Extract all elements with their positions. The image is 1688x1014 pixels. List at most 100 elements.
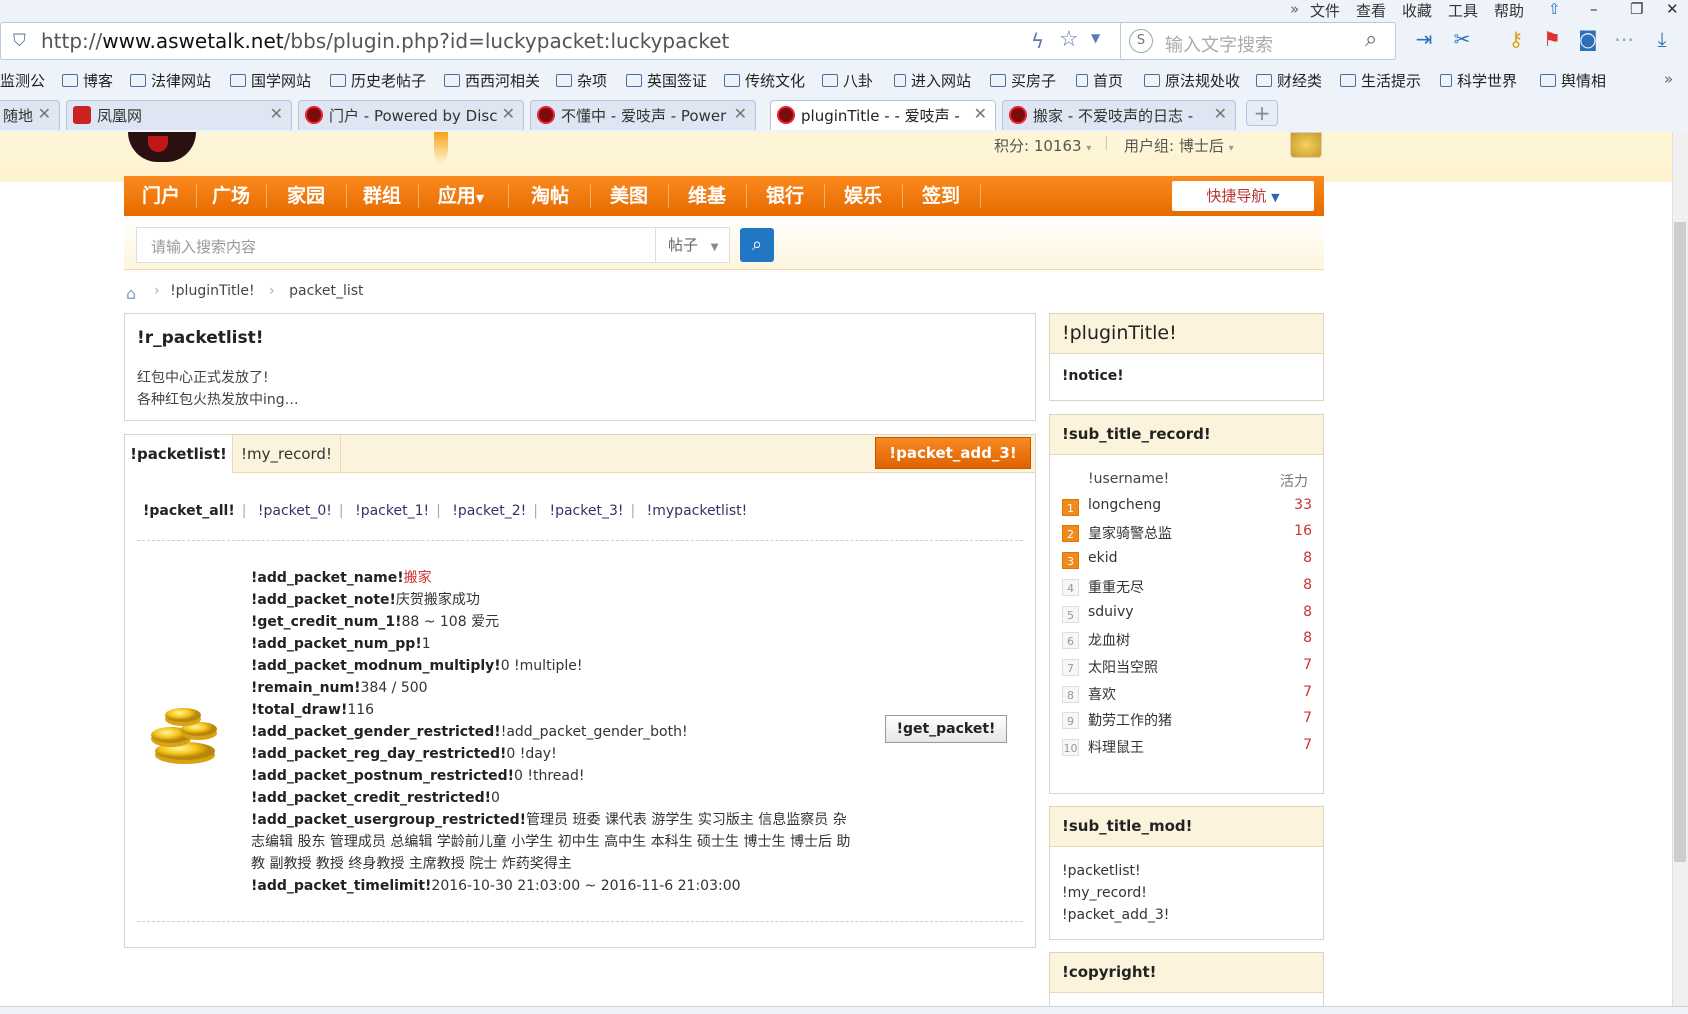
bookmark-item[interactable]: 杂项: [556, 70, 607, 91]
rank-username[interactable]: 太阳当空照: [1088, 657, 1158, 677]
menu-overflow-icon[interactable]: »: [1290, 0, 1299, 18]
flag-icon[interactable]: ⚑: [1540, 26, 1564, 52]
breadcrumb-item-plugin[interactable]: !pluginTitle!: [170, 283, 255, 299]
bookmark-item[interactable]: 国学网站: [230, 70, 311, 91]
mod-item-my-record[interactable]: !my_record!: [1062, 885, 1147, 901]
search-icon[interactable]: ⌕: [1365, 27, 1377, 52]
nav-item-wiki[interactable]: 维基: [672, 176, 742, 216]
bookmark-item[interactable]: 原法规处收: [1144, 70, 1240, 91]
nav-item-apps[interactable]: 应用▼: [422, 176, 500, 216]
new-tab-button[interactable]: +: [1246, 100, 1278, 126]
bookmark-item[interactable]: 科学世界: [1440, 70, 1517, 91]
nav-item-entertainment[interactable]: 娱乐: [828, 176, 898, 216]
star-icon[interactable]: ☆: [1059, 27, 1079, 52]
browser-search-box[interactable]: S 输入文字搜索 ⌕: [1120, 22, 1396, 60]
menu-favorites[interactable]: 收藏: [1402, 0, 1432, 21]
avatar[interactable]: [1290, 132, 1322, 158]
key-icon[interactable]: ⚷: [1504, 26, 1528, 52]
download-icon[interactable]: ⤓: [1650, 26, 1674, 52]
close-icon[interactable]: ✕: [974, 104, 987, 123]
nav-item-bank[interactable]: 银行: [750, 176, 820, 216]
nav-item-checkin[interactable]: 签到: [906, 176, 976, 216]
rank-username[interactable]: sduivy: [1088, 604, 1134, 620]
filter-packet-2[interactable]: !packet_2!: [452, 503, 526, 519]
get-packet-button[interactable]: !get_packet!: [885, 715, 1007, 743]
skin-icon[interactable]: ⇧: [1548, 0, 1561, 18]
filter-all[interactable]: !packet_all!: [143, 503, 235, 519]
filter-packet-0[interactable]: !packet_0!: [258, 503, 332, 519]
scrollbar-thumb[interactable]: [1674, 222, 1686, 862]
chevron-down-icon[interactable]: ▼: [1091, 31, 1100, 45]
lightning-icon[interactable]: ϟ: [1031, 29, 1044, 53]
bookmark-item[interactable]: 财经类: [1256, 70, 1322, 91]
bookmark-item[interactable]: 进入网站: [894, 70, 971, 91]
nav-item-taotie[interactable]: 淘帖: [514, 176, 586, 216]
capture-icon[interactable]: ◙: [1576, 26, 1600, 52]
browser-tab[interactable]: 不懂中 - 爱吱声 - Power ✕: [530, 100, 756, 130]
tab-my-record[interactable]: !my_record!: [233, 435, 341, 473]
bookmark-item[interactable]: 买房子: [990, 70, 1056, 91]
rank-username[interactable]: ekid: [1088, 550, 1118, 566]
bookmark-item[interactable]: 八卦: [822, 70, 873, 91]
scissors-icon[interactable]: ✂: [1450, 26, 1474, 52]
nav-item-plaza[interactable]: 广场: [200, 176, 262, 216]
rank-username[interactable]: 皇家骑警总监: [1088, 523, 1172, 543]
login-icon[interactable]: ⇥: [1412, 26, 1436, 52]
quick-nav-button[interactable]: 快捷导航 ▼: [1172, 181, 1314, 211]
mod-item-packet-add[interactable]: !packet_add_3!: [1062, 907, 1169, 923]
nav-item-home[interactable]: 家园: [270, 176, 342, 216]
browser-tab[interactable]: 搬家 - 不爱吱声的日志 - ✕: [1002, 100, 1236, 130]
minimize-icon[interactable]: –: [1590, 0, 1598, 18]
close-icon[interactable]: ✕: [1214, 104, 1227, 123]
bookmark-item[interactable]: 法律网站: [130, 70, 211, 91]
bookmark-item[interactable]: 舆情相: [1540, 70, 1606, 91]
menu-tools[interactable]: 工具: [1448, 0, 1478, 21]
more-icon[interactable]: ⋯: [1612, 26, 1636, 52]
close-icon[interactable]: ✕: [502, 104, 515, 123]
close-icon[interactable]: ✕: [270, 104, 283, 123]
search-engine-icon[interactable]: S: [1129, 29, 1153, 53]
rank-username[interactable]: 龙血树: [1088, 630, 1130, 650]
nav-item-portal[interactable]: 门户: [130, 176, 192, 216]
tab-packetlist[interactable]: !packetlist!: [125, 435, 233, 473]
bookmarks-overflow-icon[interactable]: »: [1664, 70, 1673, 88]
site-search-button[interactable]: ⌕: [740, 228, 774, 262]
bookmark-item[interactable]: 监测公: [0, 70, 45, 91]
bookmark-item[interactable]: 传统文化: [724, 70, 805, 91]
bookmark-item[interactable]: 历史老帖子: [330, 70, 426, 91]
bookmark-item[interactable]: 生活提示: [1340, 70, 1421, 91]
browser-tab[interactable]: 门户 - Powered by Disc ✕: [298, 100, 524, 130]
filter-packet-1[interactable]: !packet_1!: [355, 503, 429, 519]
home-icon[interactable]: ⌂: [126, 284, 136, 303]
close-icon[interactable]: ✕: [734, 104, 747, 123]
user-group[interactable]: 用户组: 博士后 ▾: [1124, 135, 1234, 156]
rank-username[interactable]: 喜欢: [1088, 684, 1116, 704]
rank-username[interactable]: longcheng: [1088, 497, 1161, 513]
browser-tab[interactable]: 凤凰网 ✕: [66, 100, 292, 130]
user-points[interactable]: 积分: 10163 ▾: [994, 135, 1091, 156]
bookmark-item[interactable]: 博客: [62, 70, 113, 91]
browser-tab[interactable]: 随地 ✕: [0, 100, 60, 130]
menu-help[interactable]: 帮助: [1494, 0, 1524, 21]
bookmark-item[interactable]: 英国签证: [626, 70, 707, 91]
browser-tab-active[interactable]: pluginTitle - - 爱吱声 - ✕: [770, 100, 996, 130]
rank-username[interactable]: 勤劳工作的猪: [1088, 710, 1172, 730]
bookmark-item[interactable]: 首页: [1076, 70, 1123, 91]
filter-my-packets[interactable]: !mypacketlist!: [647, 503, 748, 519]
filter-packet-3[interactable]: !packet_3!: [549, 503, 623, 519]
rank-username[interactable]: 料理鼠王: [1088, 737, 1144, 757]
bookmark-item[interactable]: 西西河相关: [444, 70, 540, 91]
close-icon[interactable]: ✕: [38, 104, 51, 123]
mod-item-packetlist[interactable]: !packetlist!: [1062, 863, 1141, 879]
add-packet-button[interactable]: !packet_add_3!: [875, 437, 1031, 469]
restore-icon[interactable]: ❐: [1630, 0, 1643, 18]
rank-username[interactable]: 重重无尽: [1088, 577, 1144, 597]
menu-view[interactable]: 查看: [1356, 0, 1386, 21]
close-window-icon[interactable]: ✕: [1666, 0, 1679, 18]
address-url[interactable]: http://www.aswetalk.net/bbs/plugin.php?i…: [41, 29, 729, 53]
search-type-select[interactable]: 帖子 ▼: [655, 228, 731, 262]
nav-item-photos[interactable]: 美图: [594, 176, 664, 216]
nav-item-groups[interactable]: 群组: [350, 176, 414, 216]
menu-file[interactable]: 文件: [1310, 0, 1340, 21]
site-search-input[interactable]: 请输入搜索内容 帖子 ▼: [136, 227, 730, 263]
